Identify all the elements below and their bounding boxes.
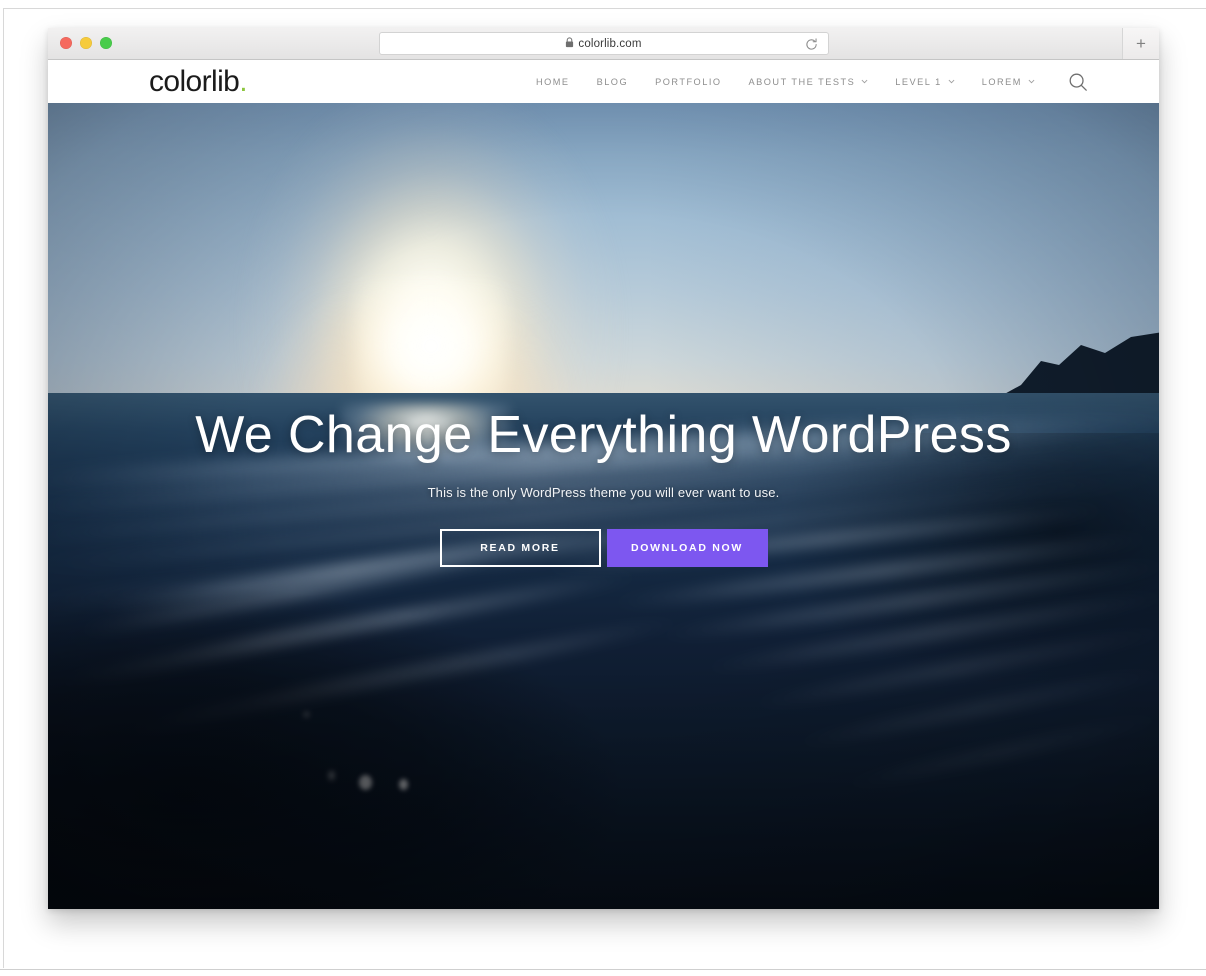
maximize-window-button[interactable]: [100, 37, 112, 49]
frame-rule-top: [3, 8, 1206, 9]
nav-item-blog[interactable]: BLOG: [597, 77, 629, 87]
frame-rule-bottom: [0, 969, 1206, 970]
hero-content: We Change Everything WordPress This is t…: [48, 406, 1159, 568]
nav-item-about-the-tests[interactable]: ABOUT THE TESTS: [749, 77, 869, 87]
hero-title: We Change Everything WordPress: [195, 406, 1012, 464]
hero-section: We Change Everything WordPress This is t…: [48, 103, 1159, 909]
new-tab-panel: +: [1122, 28, 1159, 59]
download-now-button[interactable]: DOWNLOAD NOW: [606, 529, 768, 568]
new-tab-button[interactable]: +: [1131, 33, 1152, 54]
address-bar-url: colorlib.com: [578, 37, 642, 50]
chevron-down-icon: [861, 77, 868, 84]
address-bar[interactable]: colorlib.com: [378, 32, 829, 55]
search-icon[interactable]: [1067, 71, 1089, 93]
nav-item-level-1[interactable]: LEVEL 1: [895, 76, 955, 87]
hero-sea-shadow-left: [48, 533, 737, 909]
address-bar-content: colorlib.com: [565, 35, 641, 53]
nav-item-label: ABOUT THE TESTS: [748, 76, 856, 87]
browser-titlebar: colorlib.com +: [48, 28, 1159, 60]
logo-text: colorlib: [149, 64, 240, 98]
nav-item-label: PORTFOLIO: [655, 76, 722, 87]
site-header: colorlib. HOME BLOG PORTFOLIO ABOUT THE …: [48, 60, 1159, 103]
nav-item-portfolio[interactable]: PORTFOLIO: [655, 77, 721, 87]
main-navigation: HOME BLOG PORTFOLIO ABOUT THE TESTS LEVE…: [536, 77, 1035, 87]
nav-item-label: LEVEL 1: [895, 76, 942, 87]
nav-item-label: BLOG: [596, 76, 629, 87]
nav-item-label: LOREM: [981, 76, 1022, 87]
hero-subtitle: This is the only WordPress theme you wil…: [427, 485, 780, 501]
minimize-window-button[interactable]: [80, 37, 92, 49]
nav-item-label: HOME: [536, 76, 570, 87]
nav-item-lorem[interactable]: LOREM: [982, 77, 1035, 87]
reload-icon[interactable]: [804, 36, 820, 52]
window-controls: [60, 37, 112, 49]
lock-icon: [565, 35, 574, 53]
site-logo[interactable]: colorlib.: [149, 64, 248, 98]
frame-rule-left: [3, 8, 4, 968]
chevron-down-icon: [1028, 77, 1035, 84]
close-window-button[interactable]: [60, 37, 72, 49]
logo-dot: .: [239, 64, 247, 98]
hero-cta-group: READ MORE DOWNLOAD NOW: [48, 529, 1159, 568]
read-more-button[interactable]: READ MORE: [439, 529, 601, 568]
nav-item-home[interactable]: HOME: [536, 77, 570, 87]
browser-window: colorlib.com + colorlib. HOME BLOG PORTF…: [48, 28, 1159, 909]
chevron-down-icon: [948, 77, 955, 84]
